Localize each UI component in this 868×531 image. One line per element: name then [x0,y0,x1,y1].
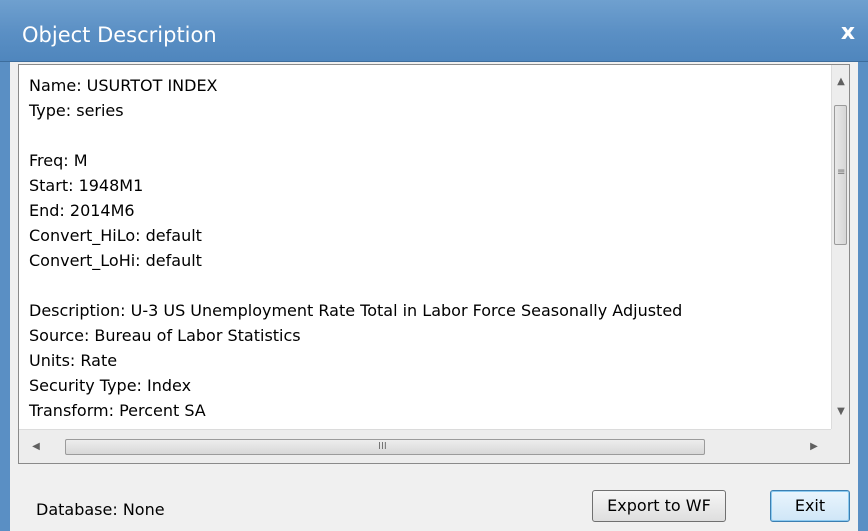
scroll-up-arrow-icon[interactable]: ▲ [832,65,849,99]
dialog-title: Object Description [22,23,217,47]
grip-icon: III [378,441,387,452]
database-label: Database: None [36,500,165,519]
description-text-area[interactable]: Name: USURTOT INDEX Type: series Freq: M… [19,65,831,429]
vertical-scrollbar[interactable]: ▲ ≡ ▼ [831,65,849,429]
dialog-content: Name: USURTOT INDEX Type: series Freq: M… [10,62,858,531]
window-frame-right [858,62,868,531]
text-line-type: Type: series [29,101,124,120]
window-frame-left [0,62,10,531]
text-line-source: Source: Bureau of Labor Statistics [29,326,301,345]
scroll-down-arrow-icon[interactable]: ▼ [832,395,849,429]
object-description-dialog: Object Description x Name: USURTOT INDEX… [0,0,868,531]
scroll-right-arrow-icon[interactable]: ▶ [797,430,831,463]
grip-icon: ≡ [837,167,846,178]
text-line-start: Start: 1948M1 [29,176,144,195]
export-to-wf-button[interactable]: Export to WF [592,490,726,522]
vertical-scroll-thumb[interactable]: ≡ [834,105,847,245]
text-line-name: Name: USURTOT INDEX [29,76,218,95]
text-line-security-type: Security Type: Index [29,376,192,395]
close-icon[interactable]: x [834,18,862,48]
text-line-transform: Transform: Percent SA [29,401,206,420]
text-line-convert-lohi: Convert_LoHi: default [29,251,202,270]
horizontal-scrollbar[interactable]: ◀ III ▶ [19,429,831,463]
description-textbox[interactable]: Name: USURTOT INDEX Type: series Freq: M… [18,64,850,464]
exit-button[interactable]: Exit [770,490,850,522]
text-line-end: End: 2014M6 [29,201,135,220]
text-line-convert-hilo: Convert_HiLo: default [29,226,202,245]
scrollbar-corner [831,429,849,463]
text-line-freq: Freq: M [29,151,88,170]
title-bar[interactable]: Object Description x [0,0,868,62]
text-line-description: Description: U-3 US Unemployment Rate To… [29,301,683,320]
scroll-left-arrow-icon[interactable]: ◀ [19,430,53,463]
text-line-units: Units: Rate [29,351,118,370]
horizontal-scroll-thumb[interactable]: III [65,439,705,455]
